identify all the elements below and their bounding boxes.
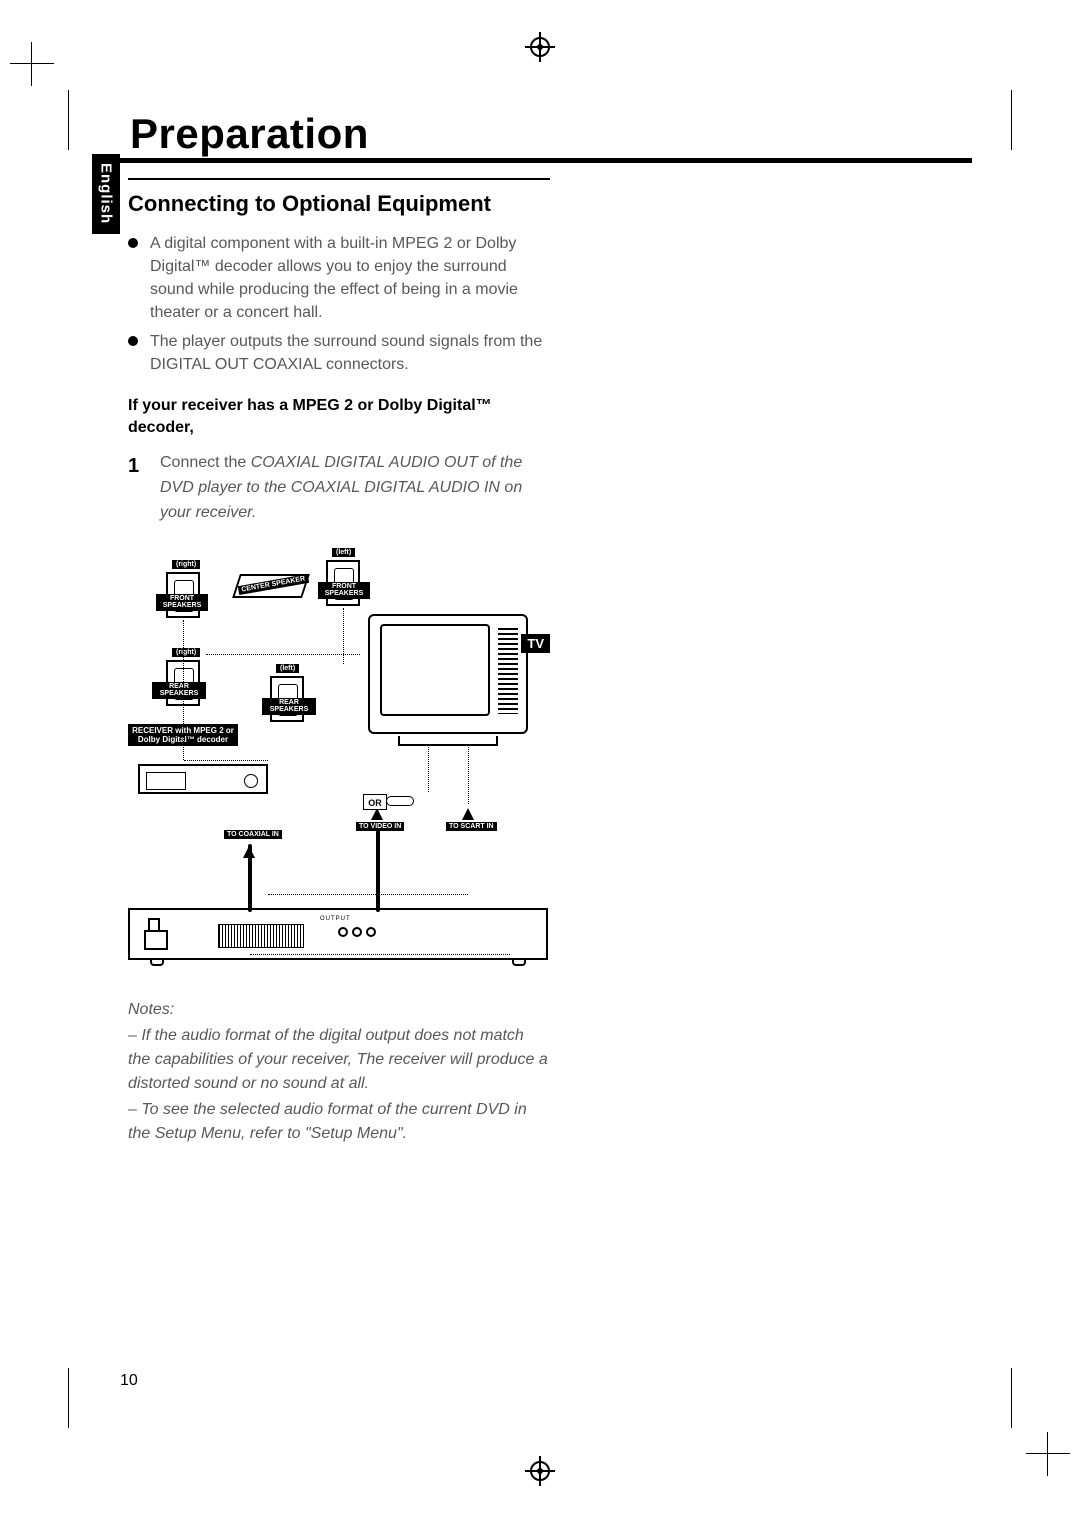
rca-ports-icon [336,924,388,948]
numbered-step: 1 Connect the COAXIAL DIGITAL AUDIO OUT … [128,451,550,525]
step-text-lead: Connect the [160,454,251,471]
arrow-up-icon [462,808,474,820]
bullet-icon [128,336,138,346]
or-label: OR [363,794,387,810]
page-number: 10 [120,1372,138,1390]
to-video-label: TO VIDEO IN [356,822,404,831]
output-label: OUTPUT [320,916,351,922]
bullet-text: The player outputs the surround sound si… [150,330,550,376]
scart-port-icon [218,924,304,948]
arrow-up-icon [243,846,255,858]
dotted-line [268,894,468,895]
section-heading: Connecting to Optional Equipment [128,190,550,218]
section-rule [128,178,550,180]
dotted-line [468,744,469,804]
video-cable-icon [376,822,380,912]
step-number: 1 [128,451,146,525]
power-plug-icon [144,918,172,950]
notes-label: Notes: [128,998,550,1022]
to-scart-label: TO SCART IN [446,822,497,831]
crop-mark-icon [10,42,54,86]
notes-block: Notes: – If the audio format of the digi… [128,998,550,1146]
rear-speakers-label: REAR SPEAKERS [262,698,316,715]
bullet-icon [128,238,138,248]
sub-heading: If your receiver has a MPEG 2 or Dolby D… [128,395,550,440]
to-coaxial-label: TO COAXIAL IN [224,830,282,839]
bullet-item: A digital component with a built-in MPEG… [128,232,550,325]
dotted-line [428,744,429,792]
dotted-line [183,620,184,760]
registration-mark-icon [525,1456,555,1486]
dotted-line [184,760,268,761]
content-column: Connecting to Optional Equipment A digit… [128,178,550,1148]
trim-guide-icon [1011,1368,1012,1428]
bullet-text: A digital component with a built-in MPEG… [150,232,550,325]
dvd-player-icon: OUTPUT [128,908,548,960]
manual-page: English Preparation Connecting to Option… [0,0,1080,1518]
receiver-icon [138,764,268,794]
crop-mark-icon [1026,1432,1070,1476]
tv-label: TV [521,634,550,653]
note-item: – If the audio format of the digital out… [128,1024,550,1096]
connection-diagram: (right) FRONT SPEAKERS (left) FRONT SPEA… [128,554,548,974]
front-speakers-label: FRONT SPEAKERS [318,582,370,599]
rear-speakers-label: REAR SPEAKERS [152,682,206,699]
note-item: – To see the selected audio format of th… [128,1098,550,1146]
bullet-item: The player outputs the surround sound si… [128,330,550,376]
language-tab: English [92,154,120,234]
dotted-line [343,608,344,664]
left-tag: (left) [276,664,299,673]
trim-guide-icon [68,1368,69,1428]
right-tag: (right) [172,648,200,657]
dotted-line [250,954,510,955]
title-rule [92,158,972,163]
trim-guide-icon [1011,90,1012,150]
tv-icon [368,614,528,744]
front-speakers-label: FRONT SPEAKERS [156,594,208,611]
left-tag: (left) [332,548,355,557]
video-plug-icon [386,796,414,806]
registration-mark-icon [525,32,555,62]
step-text: Connect the COAXIAL DIGITAL AUDIO OUT of… [160,451,550,525]
chapter-title: Preparation [130,110,369,158]
right-tag: (right) [172,560,200,569]
trim-guide-icon [68,90,69,150]
dotted-line [206,654,360,655]
